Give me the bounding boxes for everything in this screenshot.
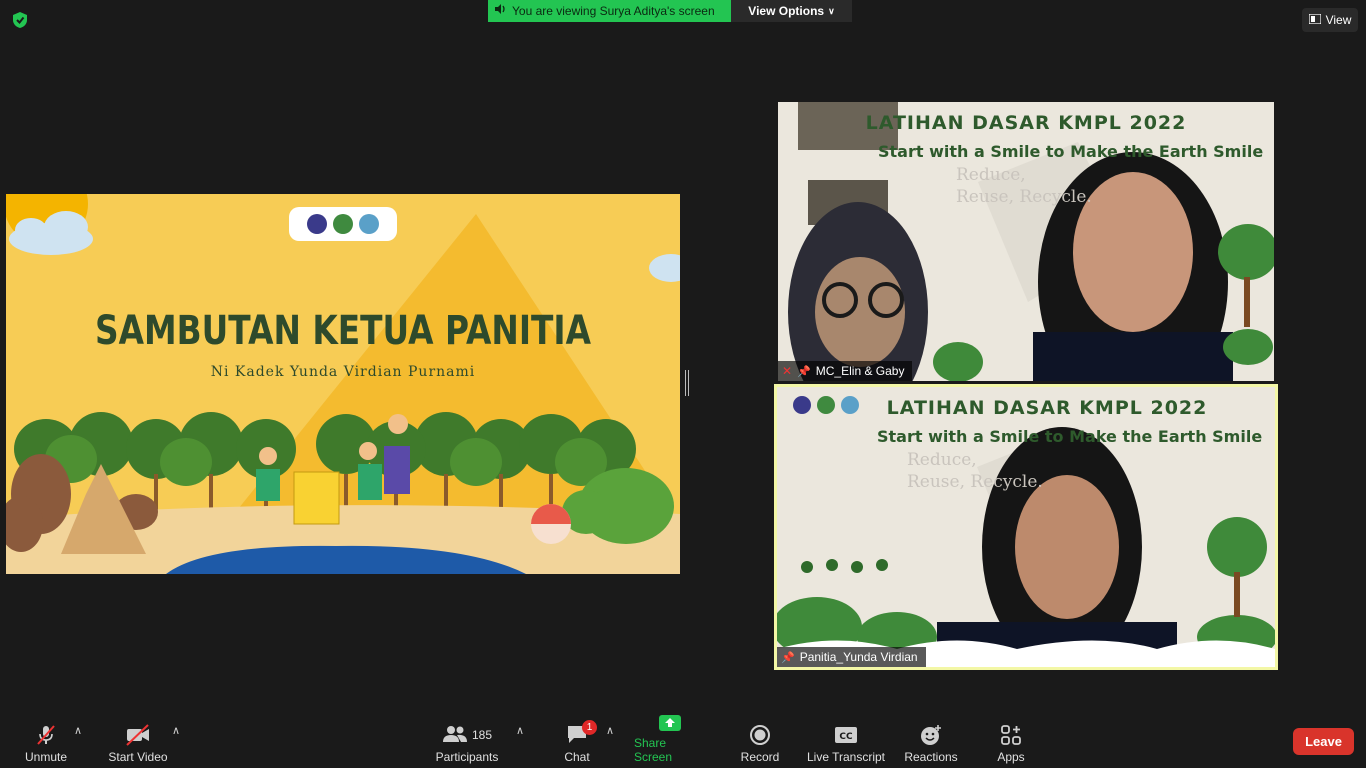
unmute-label: Unmute <box>24 750 68 764</box>
kmpl-logo-icon <box>333 214 353 234</box>
record-button[interactable]: Record <box>738 718 782 764</box>
live-transcript-label: Live Transcript <box>806 750 886 764</box>
video-rrr-line-1: Reduce, <box>956 165 1026 185</box>
record-label: Record <box>740 750 780 764</box>
university-logo-icon <box>793 396 811 414</box>
participants-options-caret[interactable]: ∧ <box>516 724 524 737</box>
participant-name: Panitia_Yunda Virdian <box>799 650 918 664</box>
shared-screen: SAMBUTAN KETUA PANITIA Ni Kadek Yunda Vi… <box>6 194 680 574</box>
apps-icon <box>1000 723 1022 747</box>
pin-icon: 📌 <box>781 651 795 664</box>
video-options-caret[interactable]: ∧ <box>172 724 180 737</box>
start-video-button[interactable]: Start Video <box>104 718 172 764</box>
video-tile-speaker[interactable]: LATIHAN DASAR KMPL 2022 Start with a Smi… <box>774 384 1278 670</box>
share-screen-icon <box>658 713 682 733</box>
viewing-screen-text: You are viewing Surya Aditya's screen <box>512 4 715 18</box>
chat-options-caret[interactable]: ∧ <box>606 724 614 737</box>
video-tile-mc[interactable]: LATIHAN DASAR KMPL 2022 Start with a Smi… <box>778 102 1274 381</box>
participants-icon <box>442 724 468 747</box>
reactions-smiley-icon <box>919 723 943 747</box>
panel-resize-handle[interactable] <box>685 370 689 396</box>
environment-logo-icon <box>359 214 379 234</box>
grid-view-icon <box>1307 13 1322 27</box>
view-label: View <box>1325 13 1352 27</box>
view-button[interactable]: View <box>1302 8 1358 32</box>
chat-unread-badge: 1 <box>582 720 597 735</box>
participant-name-tag: ✕ 📌 MC_Elin & Gaby <box>778 361 913 381</box>
video-tagline: Start with a Smile to Make the Earth Smi… <box>877 427 1263 446</box>
start-video-label: Start Video <box>108 750 168 764</box>
view-options-button[interactable]: View Options ∨ <box>731 0 852 22</box>
reactions-label: Reactions <box>904 750 958 764</box>
university-logo-icon <box>307 214 327 234</box>
chat-label: Chat <box>564 750 590 764</box>
apps-button[interactable]: Apps <box>994 718 1028 764</box>
chevron-down-icon: ∨ <box>828 5 835 16</box>
reactions-button[interactable]: Reactions <box>902 718 960 764</box>
record-icon <box>749 723 771 747</box>
security-shield-icon[interactable] <box>10 10 30 30</box>
participant-name-tag: 📌 Panitia_Yunda Virdian <box>777 647 926 667</box>
unmute-button[interactable]: Unmute <box>18 718 74 764</box>
slide-subtitle: Ni Kadek Yunda Virdian Purnami <box>210 364 476 380</box>
speaker-icon <box>494 2 506 20</box>
share-screen-button[interactable]: Share Screen <box>634 715 706 764</box>
apps-label: Apps <box>997 750 1025 764</box>
participants-label: Participants <box>435 750 499 764</box>
leave-button[interactable]: Leave <box>1293 728 1354 755</box>
video-heading: LATIHAN DASAR KMPL 2022 <box>886 397 1208 419</box>
pin-icon: 📌 <box>797 365 811 378</box>
participants-count: 185 <box>471 728 493 742</box>
video-camera-off-icon <box>124 723 152 747</box>
organization-logos <box>289 207 397 241</box>
viewing-screen-banner: You are viewing Surya Aditya's screen <box>488 0 731 22</box>
view-options-label: View Options <box>748 4 825 18</box>
mic-muted-icon: ✕ <box>782 364 793 378</box>
slide-illustration <box>6 194 680 574</box>
closed-captions-icon: CC <box>834 723 858 747</box>
chat-button[interactable]: 1 Chat <box>562 718 597 764</box>
video-heading: LATIHAN DASAR KMPL 2022 <box>865 112 1187 134</box>
video-rrr-line-1: Reduce, <box>907 450 977 470</box>
svg-text:CC: CC <box>839 732 853 742</box>
live-transcript-button[interactable]: CC Live Transcript <box>806 718 886 764</box>
participant-name: MC_Elin & Gaby <box>815 364 905 378</box>
slide-title: SAMBUTAN KETUA PANITIA <box>94 308 592 354</box>
participants-button[interactable]: 185 Participants <box>434 718 500 764</box>
video-rrr-line-2: Reuse, Recycle. <box>907 472 1043 492</box>
share-screen-label: Share Screen <box>634 736 673 764</box>
audio-options-caret[interactable]: ∧ <box>74 724 82 737</box>
video-tagline: Start with a Smile to Make the Earth Smi… <box>878 142 1264 161</box>
video-rrr-line-2: Reuse, Recycle. <box>956 187 1092 207</box>
microphone-muted-icon <box>34 723 58 747</box>
